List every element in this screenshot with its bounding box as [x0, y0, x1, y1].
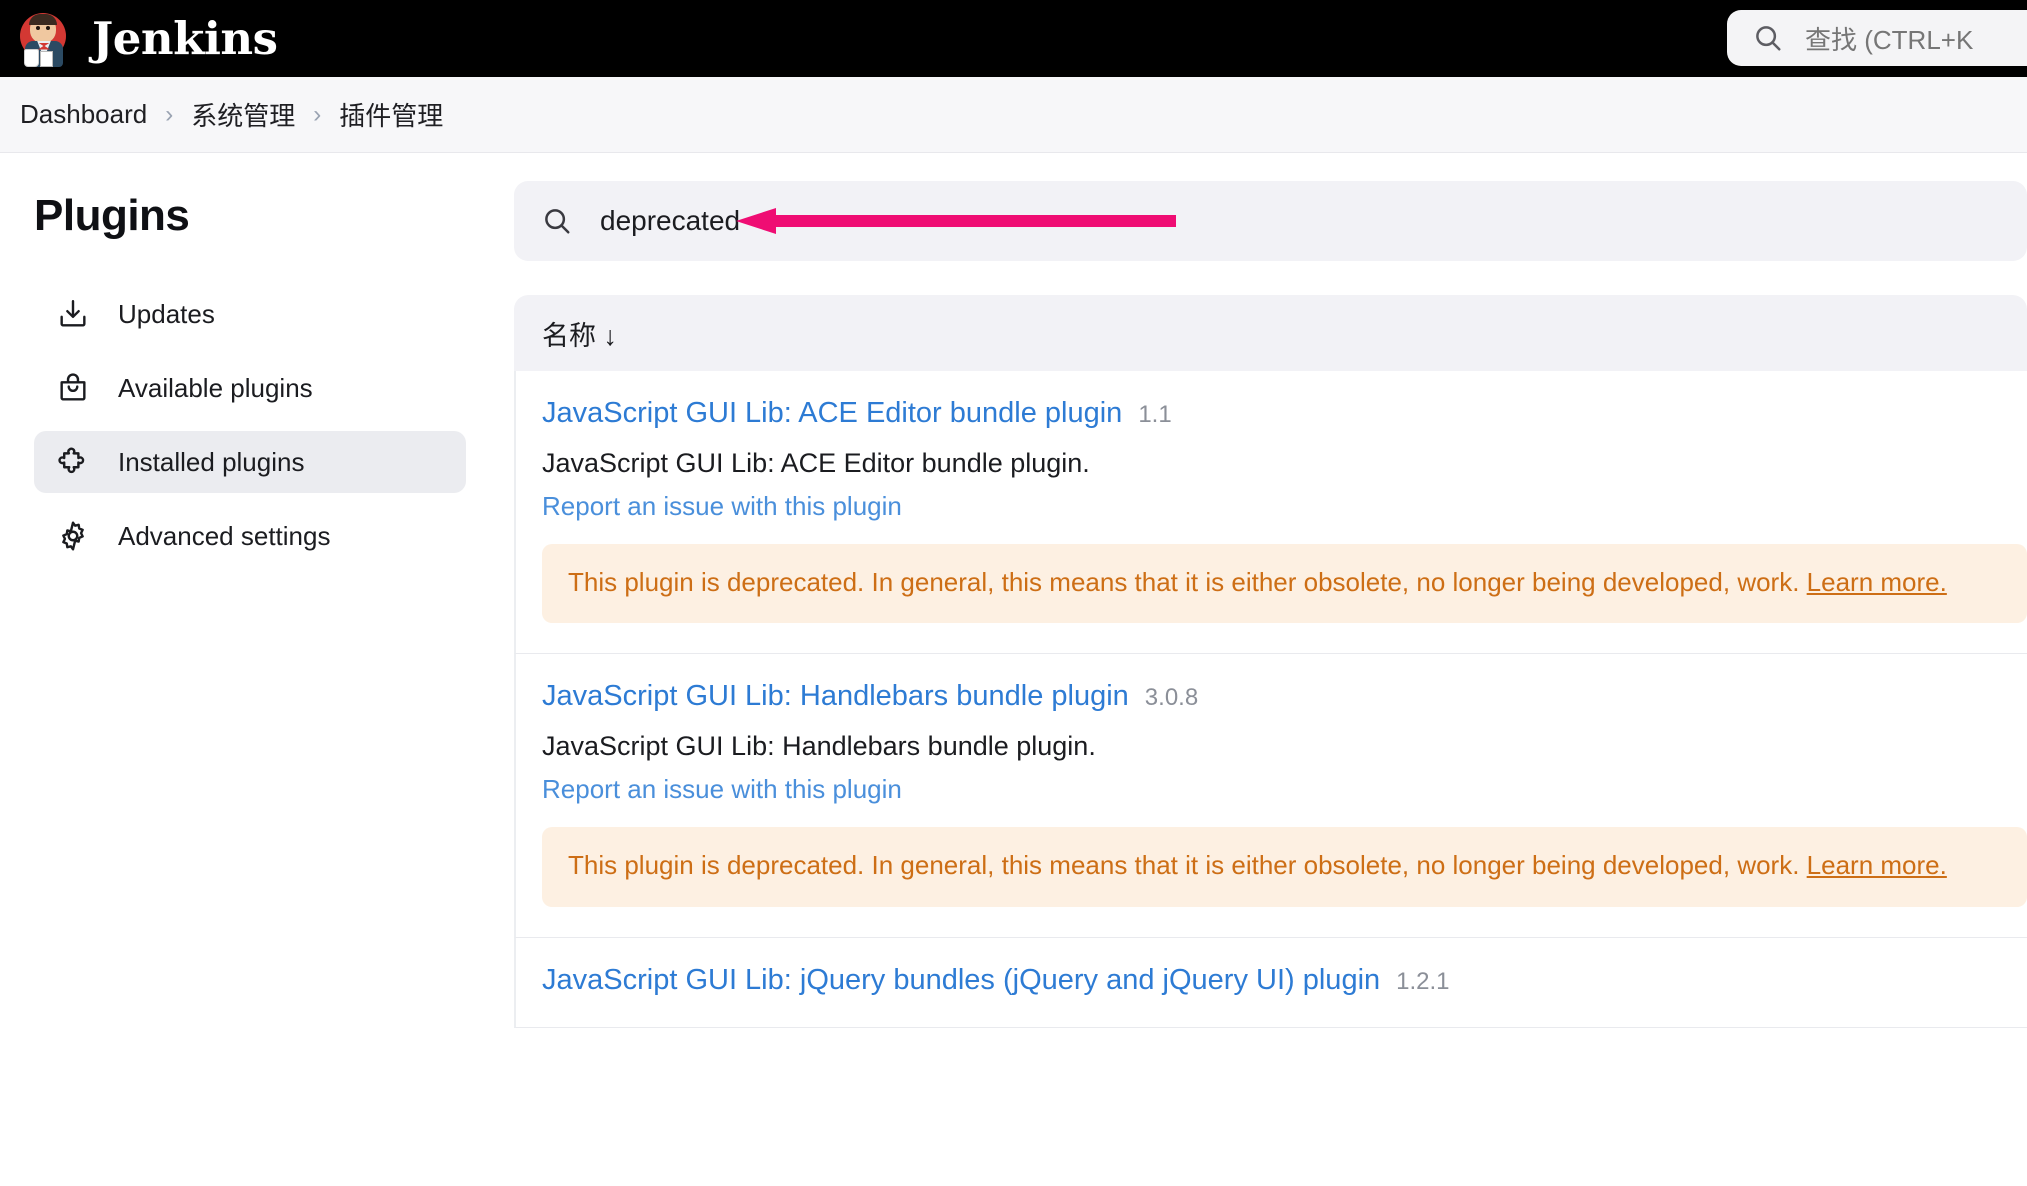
- global-search-box[interactable]: 查找 (CTRL+K: [1727, 10, 2027, 66]
- plugin-search-input[interactable]: deprecated: [514, 181, 2027, 261]
- plugin-version: 1.1: [1138, 401, 1172, 428]
- shopping-bag-icon: [56, 371, 90, 405]
- learn-more-link[interactable]: Learn more.: [1807, 567, 1947, 597]
- breadcrumb: Dashboard › 系统管理 › 插件管理: [0, 77, 2027, 153]
- sidebar-item-label: Advanced settings: [118, 520, 331, 551]
- table-row: JavaScript GUI Lib: jQuery bundles (jQue…: [514, 937, 2027, 1028]
- plugin-version: 3.0.8: [1144, 684, 1199, 712]
- breadcrumb-item-dashboard[interactable]: Dashboard: [20, 99, 147, 130]
- sidebar-item-advanced-settings[interactable]: Advanced settings: [34, 505, 466, 567]
- learn-more-link[interactable]: Learn more.: [1807, 850, 1947, 880]
- brand-title[interactable]: Jenkins: [92, 16, 278, 61]
- sidebar-item-label: Updates: [118, 298, 215, 329]
- download-icon: [56, 297, 90, 331]
- plugin-search-value: deprecated: [600, 205, 741, 236]
- jenkins-logo-icon[interactable]: [18, 11, 70, 67]
- sidebar-item-installed-plugins[interactable]: Installed plugins: [34, 431, 466, 493]
- breadcrumb-item-system-management[interactable]: 系统管理: [191, 96, 295, 133]
- deprecation-message: This plugin is deprecated. In general, t…: [568, 850, 1731, 881]
- table-row: JavaScript GUI Lib: Handlebars bundle pl…: [514, 654, 2027, 938]
- report-issue-link[interactable]: Report an issue with this plugin: [542, 774, 902, 805]
- deprecation-message-continued: work.: [1737, 567, 1807, 597]
- plugin-name-link[interactable]: JavaScript GUI Lib: Handlebars bundle pl…: [542, 680, 1129, 713]
- sidebar-item-updates[interactable]: Updates: [34, 283, 466, 345]
- column-header-name[interactable]: 名称 ↓: [542, 314, 617, 353]
- deprecation-banner: This plugin is deprecated. In general, t…: [542, 544, 2027, 624]
- annotation-arrow-icon: [736, 208, 1176, 234]
- app-header: Jenkins 查找 (CTRL+K: [0, 0, 2027, 77]
- deprecation-banner: This plugin is deprecated. In general, t…: [542, 827, 2027, 907]
- breadcrumb-item-plugin-management[interactable]: 插件管理: [339, 96, 443, 133]
- deprecation-message: This plugin is deprecated. In general, t…: [568, 567, 1731, 597]
- table-header-row: 名称 ↓: [514, 295, 2027, 371]
- plugin-name-link[interactable]: JavaScript GUI Lib: jQuery bundles (jQue…: [542, 964, 1380, 997]
- plugin-name-link[interactable]: JavaScript GUI Lib: ACE Editor bundle pl…: [542, 397, 1122, 430]
- sidebar-item-label: Installed plugins: [118, 446, 305, 477]
- search-icon: [1756, 26, 1781, 51]
- report-issue-link[interactable]: Report an issue with this plugin: [542, 491, 902, 522]
- main-content: deprecated 名称 ↓ JavaScript GUI Lib: ACE …: [500, 153, 2027, 1185]
- search-icon: [545, 209, 570, 234]
- plugin-description: JavaScript GUI Lib: ACE Editor bundle pl…: [542, 448, 1090, 478]
- plugin-version: 1.2.1: [1396, 967, 1450, 995]
- gear-icon: [56, 519, 90, 553]
- sidebar-item-label: Available plugins: [118, 372, 313, 403]
- plugin-results-table: 名称 ↓ JavaScript GUI Lib: ACE Editor bund…: [514, 295, 2027, 1028]
- chevron-right-icon: ›: [313, 100, 322, 128]
- puzzle-piece-icon: [56, 445, 90, 479]
- plugin-description: JavaScript GUI Lib: Handlebars bundle pl…: [542, 731, 1096, 762]
- sidebar-item-available-plugins[interactable]: Available plugins: [34, 357, 466, 419]
- page-title: Plugins: [34, 191, 190, 240]
- page-body: Plugins Updates Available plugins Instal…: [0, 153, 2027, 1185]
- table-row: JavaScript GUI Lib: ACE Editor bundle pl…: [514, 371, 2027, 655]
- global-search-placeholder: 查找 (CTRL+K: [1805, 24, 1974, 55]
- sidebar: Plugins Updates Available plugins Instal…: [0, 153, 500, 1185]
- deprecation-message-continued: work.: [1737, 850, 1807, 881]
- chevron-right-icon: ›: [165, 100, 174, 128]
